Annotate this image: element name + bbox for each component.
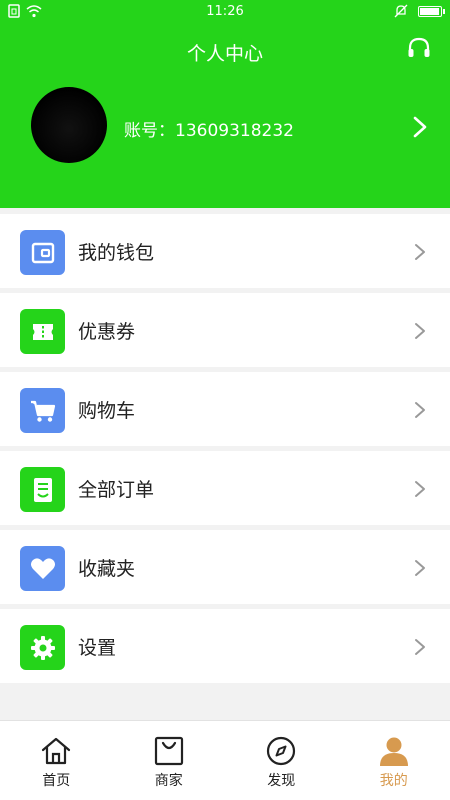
bottom-tab-bar: 首页 商家 发现 我的 — [0, 720, 450, 800]
compass-icon — [267, 736, 296, 766]
battery-icon — [418, 5, 445, 17]
customer-service-icon[interactable] — [406, 36, 432, 62]
gear-icon — [20, 625, 65, 670]
chevron-right-icon — [415, 560, 425, 576]
profile-arrow-icon[interactable] — [412, 116, 428, 138]
status-time: 11:26 — [206, 4, 244, 19]
chevron-right-icon — [415, 481, 425, 497]
menu-item-label: 设置 — [78, 637, 117, 659]
account-number: 账号：13609318232 — [124, 121, 294, 141]
avatar[interactable] — [31, 87, 107, 163]
profile-header: 个人中心 账号：13609318232 — [0, 24, 450, 208]
wallet-icon — [20, 230, 65, 275]
menu-item-wallet[interactable]: 我的钱包 — [0, 214, 450, 288]
menu-item-favorites[interactable]: 收藏夹 — [0, 530, 450, 604]
mute-icon — [394, 4, 408, 18]
menu-item-label: 优惠券 — [78, 321, 136, 343]
menu-item-settings[interactable]: 设置 — [0, 609, 450, 683]
menu-item-label: 收藏夹 — [78, 558, 136, 580]
menu-item-label: 全部订单 — [78, 479, 155, 501]
coupon-icon — [20, 309, 65, 354]
tab-me[interactable]: 我的 — [338, 721, 450, 800]
heart-icon — [20, 546, 65, 591]
shopping-bag-icon — [154, 736, 183, 766]
tab-label: 发现 — [267, 773, 296, 789]
status-bar: 11:26 — [0, 0, 450, 24]
battery-fill — [420, 7, 439, 15]
cart-icon — [20, 388, 65, 433]
menu-list: 我的钱包 优惠券 购物车 全部订单 收藏夹 设置 — [0, 214, 450, 688]
tab-label: 我的 — [379, 773, 408, 789]
user-icon — [379, 737, 408, 766]
menu-item-orders[interactable]: 全部订单 — [0, 451, 450, 525]
chevron-right-icon — [415, 323, 425, 339]
menu-item-label: 购物车 — [78, 400, 136, 422]
status-right — [394, 4, 445, 18]
tab-home[interactable]: 首页 — [0, 721, 113, 800]
tab-merchants[interactable]: 商家 — [113, 721, 226, 800]
tab-label: 首页 — [42, 773, 71, 789]
chevron-right-icon — [415, 639, 425, 655]
home-icon — [42, 737, 71, 765]
menu-item-label: 我的钱包 — [78, 242, 155, 264]
page-title: 个人中心 — [186, 43, 263, 65]
tab-discover[interactable]: 发现 — [225, 721, 338, 800]
order-icon — [20, 467, 65, 512]
tab-label: 商家 — [154, 773, 183, 789]
menu-item-coupon[interactable]: 优惠券 — [0, 293, 450, 367]
chevron-right-icon — [415, 402, 425, 418]
menu-item-cart[interactable]: 购物车 — [0, 372, 450, 446]
chevron-right-icon — [415, 244, 425, 260]
